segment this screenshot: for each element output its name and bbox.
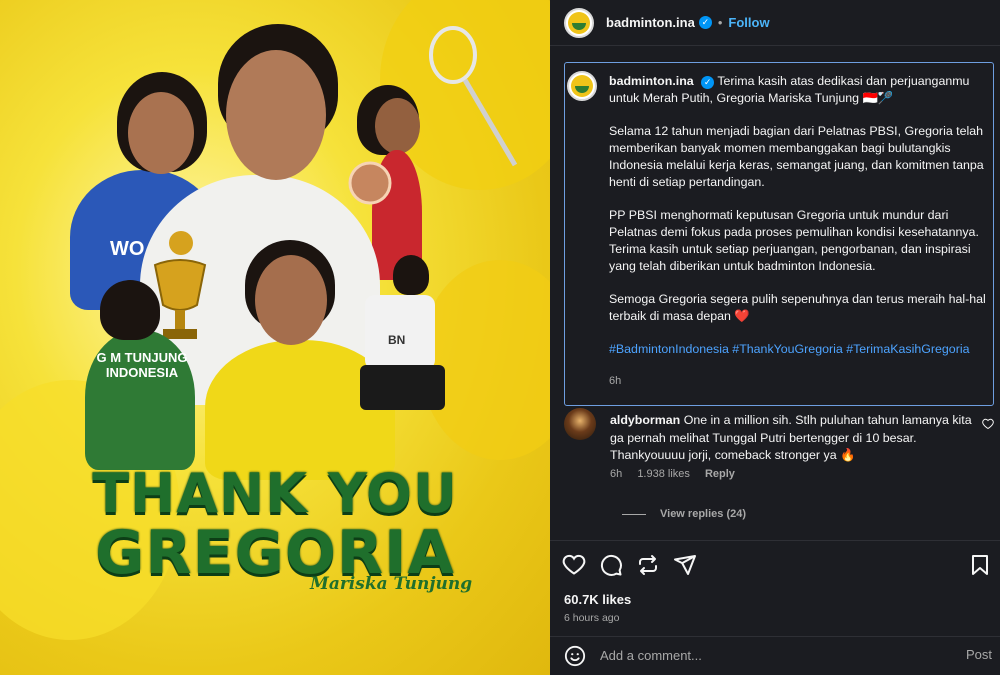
jersey-name-text: G M TUNJUNG INDONESIA [96,350,188,380]
comment-text: aldyborman One in a million sih. Stlh pu… [610,412,980,465]
caption-paragraph: PP PBSI menghormati keputusan Gregoria u… [609,208,979,273]
reply-button[interactable]: Reply [705,468,735,480]
caption-paragraph: Semoga Gregoria segera pulih sepenuhnya … [609,292,986,323]
caption-paragraph: badminton.ina ✓ Terima kasih atas dedika… [609,73,994,107]
comment-icon[interactable] [599,553,623,577]
comment-time: 6h [610,468,623,480]
post-image[interactable]: WO G M TUNJUNG INDONESIA BN THANK YOU GR… [0,0,550,675]
action-bar [562,553,992,579]
caption-paragraph: Selama 12 tahun menjadi bagian dari Pela… [609,124,984,189]
comment-username[interactable]: aldyborman [610,413,680,427]
posted-time: 6 hours ago [564,612,620,624]
heart-icon[interactable] [562,553,586,577]
follow-button[interactable]: Follow [728,15,769,30]
caption-time: 6h [609,375,622,387]
add-comment-row: Post [550,636,1000,675]
pbsi-logo-icon [571,75,593,97]
emoji-icon[interactable] [564,645,586,667]
post-panel: badminton.ina ✓ • Follow badminton.ina ✓… [550,0,1000,675]
player-face [128,92,194,174]
caption-text: badminton.ina ✓ Terima kasih atas dedika… [609,73,994,374]
racket-icon [429,26,518,167]
add-comment-input[interactable] [600,648,940,663]
thank-you-title: THANK YOU [92,462,458,525]
yellow-splash [420,260,550,460]
comment-meta: 6h 1.938 likes Reply [610,468,747,480]
likes-count[interactable]: 60.7K likes [564,592,631,607]
comment-likes[interactable]: 1.938 likes [637,468,690,480]
avatar[interactable] [564,7,594,38]
actions-divider [550,540,1000,541]
header-username[interactable]: badminton.ina [606,15,695,30]
player-face [255,255,327,345]
medal-icon [348,161,392,205]
caption-username[interactable]: badminton.ina [609,74,694,88]
post-button[interactable]: Post [966,647,992,662]
share-icon[interactable] [673,553,697,577]
avatar[interactable] [567,71,597,101]
avatar[interactable] [564,408,596,440]
pbsi-logo-icon [568,11,590,34]
mariska-tunjung-signature: Mariska Tunjung [310,574,473,594]
caption-hashtags[interactable]: #BadmintonIndonesia #ThankYouGregoria #T… [609,341,994,358]
player-hair [393,255,429,295]
repost-icon[interactable] [636,553,660,577]
jersey-sponsor-text: BN [388,333,406,347]
player-face [375,98,420,154]
verified-badge-icon: ✓ [698,16,712,29]
caption-box: badminton.ina ✓ Terima kasih atas dedika… [564,62,994,406]
verified-badge-icon: ✓ [701,76,715,89]
bookmark-icon[interactable] [968,553,992,577]
jersey-top-text: WO [110,238,145,260]
player-shorts [360,365,445,410]
header-separator: • [717,15,723,30]
heart-icon[interactable] [982,418,994,430]
view-replies-button[interactable]: View replies (24) [622,508,746,520]
header-divider [550,45,1000,46]
player-face [226,50,326,180]
player-hair [100,280,160,340]
post-header: badminton.ina ✓ • Follow [550,0,1000,45]
